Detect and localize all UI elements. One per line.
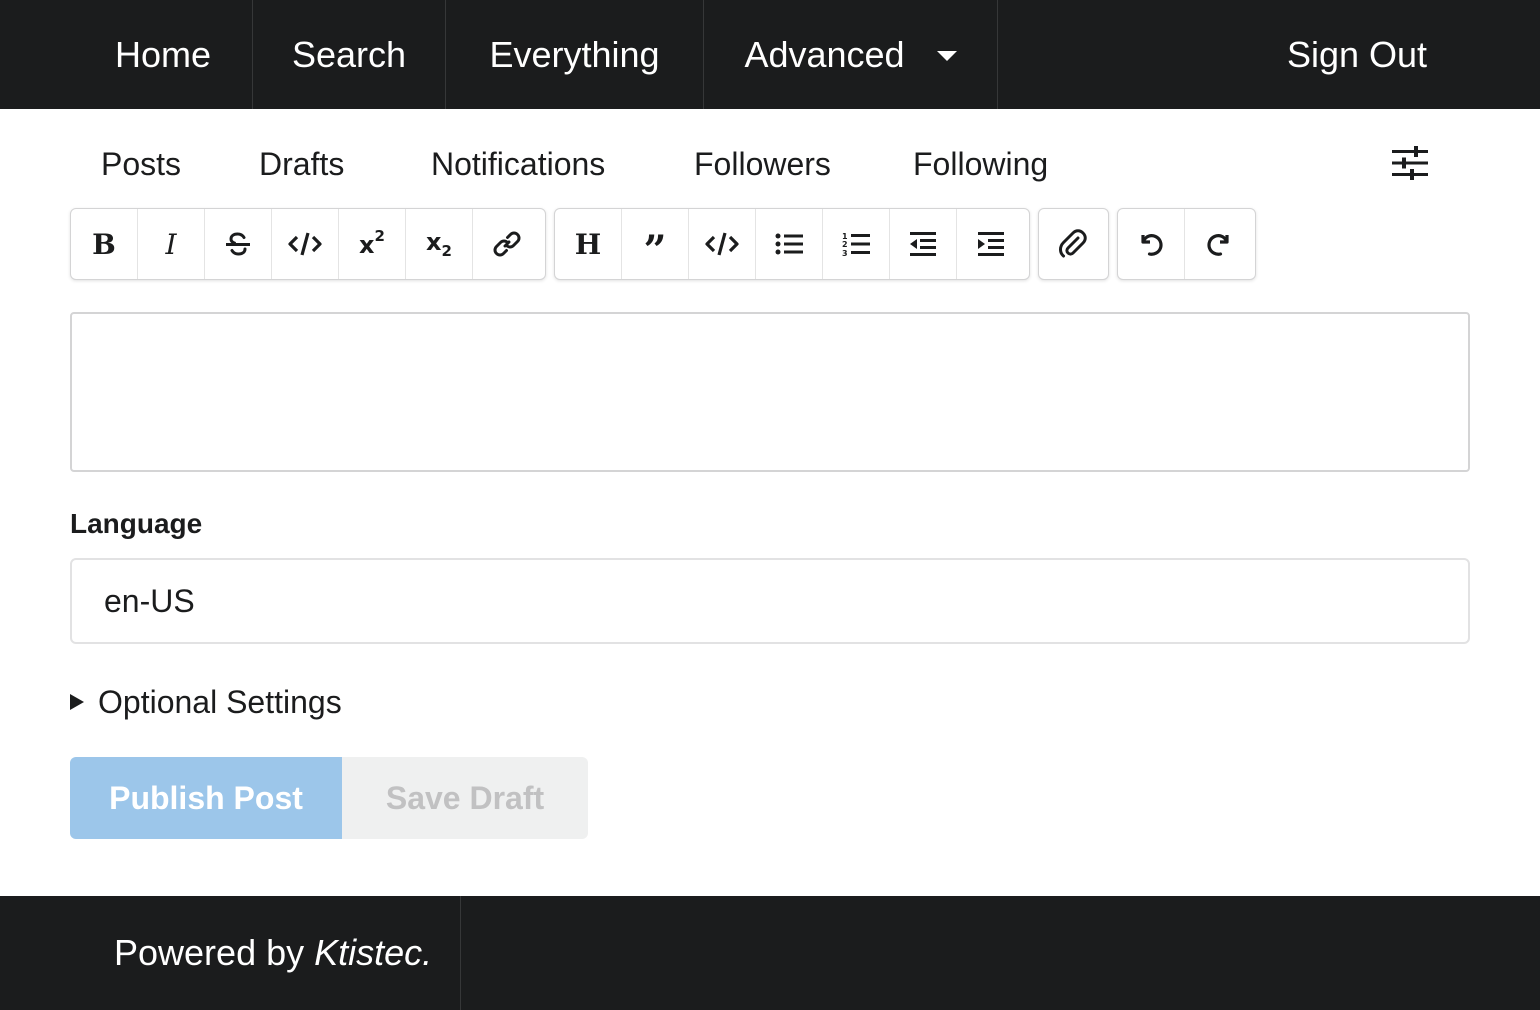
toolbar-text-group: B I x2 x2 xyxy=(70,208,546,280)
save-draft-button[interactable]: Save Draft xyxy=(342,757,588,839)
svg-text:2: 2 xyxy=(842,240,848,249)
attach-button[interactable] xyxy=(1039,209,1106,279)
inline-code-button[interactable] xyxy=(272,209,339,279)
top-menu: Home Search Everything Advanced Sign Out xyxy=(0,0,1540,109)
triangle-right-icon xyxy=(70,694,84,710)
menu-sign-out[interactable]: Sign Out xyxy=(1266,0,1448,109)
subscript-icon: x2 xyxy=(426,228,452,260)
tab-posts[interactable]: Posts xyxy=(101,140,181,188)
post-editor[interactable] xyxy=(70,312,1470,472)
redo-button[interactable] xyxy=(1185,209,1252,279)
superscript-button[interactable]: x2 xyxy=(339,209,406,279)
numbered-list-icon: 1 2 3 xyxy=(842,232,870,257)
caret-down-icon xyxy=(936,50,957,61)
footer: Powered by Ktistec. xyxy=(0,896,1540,1010)
menu-divider xyxy=(997,0,998,109)
heading-icon: H xyxy=(574,227,602,261)
optional-settings-toggle[interactable]: Optional Settings xyxy=(70,680,342,724)
increase-indent-icon xyxy=(977,232,1004,256)
italic-button[interactable]: I xyxy=(138,209,205,279)
link-button[interactable] xyxy=(473,209,540,279)
tab-drafts[interactable]: Drafts xyxy=(259,140,344,188)
tab-followers[interactable]: Followers xyxy=(694,140,831,188)
menu-home[interactable]: Home xyxy=(74,0,252,109)
undo-button[interactable] xyxy=(1118,209,1185,279)
code-block-icon xyxy=(705,232,739,256)
numbered-list-button[interactable]: 1 2 3 xyxy=(823,209,890,279)
redo-icon xyxy=(1206,234,1229,256)
link-icon xyxy=(493,231,520,257)
quote-icon: ” xyxy=(643,227,667,274)
toolbar-block-group: H ” 1 2 3 xyxy=(554,208,1030,280)
publish-post-label: Publish Post xyxy=(109,779,303,816)
subscript-button[interactable]: x2 xyxy=(406,209,473,279)
menu-everything-label: Everything xyxy=(489,33,660,75)
superscript-icon: x2 xyxy=(359,226,385,259)
bold-icon: B xyxy=(92,227,116,261)
code-icon xyxy=(288,232,322,256)
decrease-indent-icon xyxy=(910,232,936,256)
bullet-list-button[interactable] xyxy=(756,209,823,279)
powered-by-name[interactable]: Ktistec. xyxy=(314,932,432,974)
menu-advanced-label: Advanced xyxy=(744,33,905,75)
quote-button[interactable]: ” xyxy=(622,209,689,279)
menu-everything[interactable]: Everything xyxy=(446,0,703,109)
publish-post-button[interactable]: Publish Post xyxy=(70,757,342,839)
tab-followers-label: Followers xyxy=(694,145,831,182)
menu-home-label: Home xyxy=(114,33,212,75)
attach-icon xyxy=(1058,229,1087,258)
menu-advanced-dropdown[interactable]: Advanced xyxy=(704,0,997,109)
tab-drafts-label: Drafts xyxy=(259,145,345,182)
tab-following[interactable]: Following xyxy=(913,140,1048,188)
powered-by-prefix: Powered by xyxy=(114,932,305,973)
save-draft-label: Save Draft xyxy=(385,779,545,816)
language-input[interactable] xyxy=(70,558,1470,644)
footer-divider xyxy=(460,896,461,1010)
toolbar-attach-group xyxy=(1038,208,1109,280)
code-block-button[interactable] xyxy=(689,209,756,279)
menu-sign-out-label: Sign Out xyxy=(1286,33,1428,75)
italic-icon: I xyxy=(165,227,177,261)
powered-by: Powered by Ktistec. xyxy=(114,896,432,1010)
tab-posts-label: Posts xyxy=(101,145,182,182)
strikethrough-button[interactable] xyxy=(205,209,272,279)
tab-notifications-label: Notifications xyxy=(431,145,606,182)
undo-icon xyxy=(1141,234,1163,256)
tab-notifications[interactable]: Notifications xyxy=(431,140,605,188)
language-label: Language xyxy=(70,508,203,539)
heading-button[interactable]: H xyxy=(555,209,622,279)
increase-indent-button[interactable] xyxy=(957,209,1024,279)
menu-search[interactable]: Search xyxy=(253,0,445,109)
optional-settings-label: Optional Settings xyxy=(98,683,342,720)
menu-search-label: Search xyxy=(291,33,407,75)
decrease-indent-button[interactable] xyxy=(890,209,957,279)
sliders-icon[interactable] xyxy=(1390,146,1430,180)
svg-text:3: 3 xyxy=(842,249,848,257)
tab-following-label: Following xyxy=(913,145,1049,182)
toolbar-history-group xyxy=(1117,208,1256,280)
bold-button[interactable]: B xyxy=(71,209,138,279)
strikethrough-icon xyxy=(226,232,250,256)
bullet-list-icon xyxy=(775,233,803,255)
